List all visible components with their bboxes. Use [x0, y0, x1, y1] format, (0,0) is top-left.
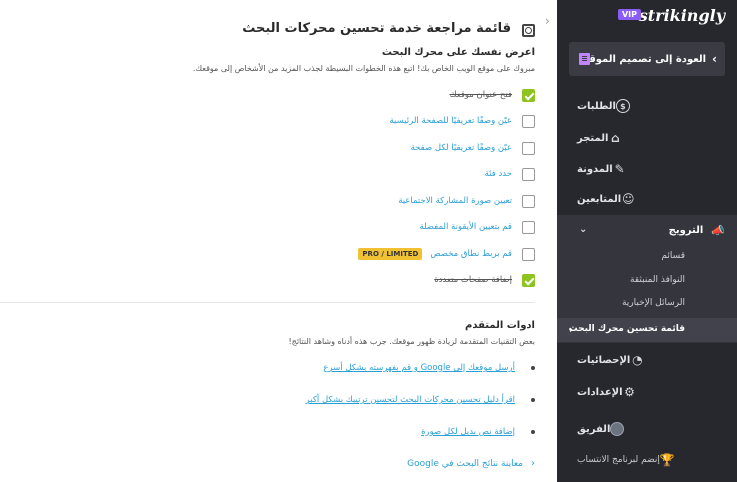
sidebar-item-followers[interactable]: ☺ المتابعين	[569, 188, 725, 210]
task-item[interactable]: قم بتعيين الأيقونة المفضلة	[419, 220, 535, 234]
task-link[interactable]: حدد فئة	[485, 169, 512, 179]
sidebar-item-label: الإحصائيات	[577, 354, 631, 366]
sidebar-item-orders[interactable]: $ الطلبات	[569, 95, 725, 117]
task-checkbox[interactable]	[522, 220, 535, 234]
sidebar-item-store[interactable]: ⌂ المتجر	[569, 127, 725, 149]
advanced-tool-link[interactable]: إضافة نص بديل لكل صورة	[421, 427, 515, 437]
task-link[interactable]: عيّن وصفًا تعريفيًا للصفحة الرئيسية	[390, 116, 513, 126]
strikingly-logo[interactable]: strikingly	[639, 6, 725, 25]
stats-icon: ◔	[632, 353, 643, 367]
section-heading-advanced-tools: ادوات المتقدم	[464, 320, 535, 331]
page-title: قائمة مراجعة خدمة تحسين محركات البحث	[242, 21, 511, 36]
chevron-left-icon: ‹	[569, 323, 574, 336]
sidebar-item-label: الطلبات	[577, 100, 616, 112]
sidebar-item-label: الإعدادات	[577, 386, 623, 398]
task-item[interactable]: عيّن وصفًا تعريفيًا للصفحة الرئيسية	[390, 114, 535, 128]
task-link[interactable]: تعيين صورة المشاركة الاجتماعية	[398, 196, 512, 206]
sidebar-item-label: المتابعين	[577, 193, 622, 205]
sidebar-subitem-seo-checklist[interactable]: قائمة تحسين محرك البحث ‹	[557, 318, 737, 342]
task-item[interactable]: حدد فئة	[485, 167, 535, 181]
task-checkbox[interactable]	[522, 247, 535, 261]
sidebar-item-team[interactable]: الفريق	[569, 418, 725, 440]
task-checkbox[interactable]	[522, 167, 535, 181]
section-heading-search-engine: اعرض نفسك على محرك البحث	[381, 47, 535, 58]
list-item: اقرأ دليل تحسين محركات البحث لتحسين ترتي…	[306, 395, 535, 405]
chevron-left-icon: ‹	[531, 458, 535, 469]
sidebar-item-stats[interactable]: ◔ الإحصائيات	[569, 349, 725, 371]
sidebar-item-label: إنضم لبرنامج الانتساب	[577, 455, 660, 465]
task-item[interactable]: إضافة صفحات متعددة	[434, 273, 535, 287]
task-checkbox[interactable]	[522, 114, 535, 128]
task-checkbox[interactable]	[522, 141, 535, 155]
task-item[interactable]: قم بربط نطاق مخصص PRO / LIMITED	[358, 247, 535, 261]
sidebar-item-affiliate[interactable]: 🏆 إنضم لبرنامج الانتساب	[569, 449, 725, 471]
task-link[interactable]: عيّن وصفًا تعريفيًا لكل صفحة	[411, 143, 512, 153]
sidebar-item-settings[interactable]: ⚙ الإعدادات	[569, 381, 725, 403]
chevron-right-icon: ›	[712, 52, 717, 66]
sidebar-item-promotion[interactable]: 📣 الترويج ⌄	[569, 219, 725, 241]
sidebar-item-label: المتجر	[577, 132, 609, 144]
back-button-label: العودة إلى تصميم الموقع	[582, 53, 707, 65]
team-avatar-icon	[610, 422, 625, 436]
bullet-dot	[531, 398, 535, 402]
sidebar-item-label: المدونة	[577, 163, 613, 175]
task-label[interactable]: إضافة صفحات متعددة	[434, 275, 512, 285]
page-icon	[579, 53, 590, 65]
preview-link-label: معاينة نتائج البحث في Google	[407, 458, 523, 469]
sidebar-item-label: الفريق	[577, 423, 611, 435]
promotion-group: 📣 الترويج ⌄ قسائم النوافذ المنبثقة الرسا…	[557, 215, 737, 343]
vip-badge: VIP	[617, 9, 641, 20]
back-to-site-editor-button[interactable]: › العودة إلى تصميم الموقع	[569, 42, 725, 76]
sidebar-subitem-newsletters[interactable]: الرسائل الإخبارية	[622, 298, 685, 308]
sidebar-subitem-coupons[interactable]: قسائم	[661, 251, 685, 261]
pro-limited-badge: PRO / LIMITED	[358, 248, 423, 260]
sidebar-item-blog[interactable]: ✎ المدونة	[569, 158, 725, 180]
bullet-dot	[531, 430, 535, 434]
gear-icon: ⚙	[624, 385, 635, 399]
bullet-dot	[531, 366, 535, 370]
task-checkbox-checked[interactable]	[522, 273, 535, 287]
section-divider	[0, 302, 535, 303]
sidebar-subitem-label: قائمة تحسين محرك البحث	[568, 324, 685, 334]
task-item[interactable]: تعيين صورة المشاركة الاجتماعية	[398, 194, 535, 208]
task-item[interactable]: عيّن وصفًا تعريفيًا لكل صفحة	[411, 141, 535, 155]
main-content: قائمة مراجعة خدمة تحسين محركات البحث اعر…	[0, 0, 557, 482]
task-link[interactable]: قم بتعيين الأيقونة المفضلة	[419, 222, 512, 232]
seo-search-icon	[522, 24, 535, 37]
task-checkbox-checked[interactable]	[522, 88, 535, 102]
task-item[interactable]: فتح عنوان موقعك	[450, 88, 535, 102]
advanced-tool-link[interactable]: أرسل موقعك إلى Google و قم بفهرسته بشكل …	[323, 363, 515, 373]
sidebar: strikingly VIP ‹ › العودة إلى تصميم المو…	[545, 0, 737, 482]
section-description: بعض التقنيات المتقدمة لزيادة ظهور موقعك.…	[288, 337, 535, 346]
list-item: أرسل موقعك إلى Google و قم بفهرسته بشكل …	[323, 363, 535, 373]
trophy-icon: 🏆	[659, 453, 675, 467]
sidebar-item-label: الترويج	[668, 224, 704, 236]
megaphone-icon: 📣	[711, 223, 725, 237]
task-link[interactable]: قم بربط نطاق مخصص	[430, 249, 512, 259]
logo-row: strikingly VIP ‹	[545, 6, 725, 28]
dollar-circle-icon: $	[615, 99, 630, 113]
task-checkbox[interactable]	[522, 194, 535, 208]
advanced-tool-link[interactable]: اقرأ دليل تحسين محركات البحث لتحسين ترتي…	[306, 395, 515, 405]
sidebar-subitem-popups[interactable]: النوافذ المنبثقة	[630, 275, 685, 285]
list-item: إضافة نص بديل لكل صورة	[421, 427, 535, 437]
google-preview-link[interactable]: ‹ معاينة نتائج البحث في Google	[407, 458, 535, 469]
users-icon: ☺	[621, 192, 635, 206]
task-label[interactable]: فتح عنوان موقعك	[450, 90, 512, 100]
section-description: مبروك على موقع الويب الخاص بك! اتبع هذه …	[192, 64, 535, 73]
store-icon: ⌂	[611, 131, 620, 145]
chevron-down-icon: ⌄	[579, 224, 588, 235]
pen-icon: ✎	[614, 162, 625, 176]
